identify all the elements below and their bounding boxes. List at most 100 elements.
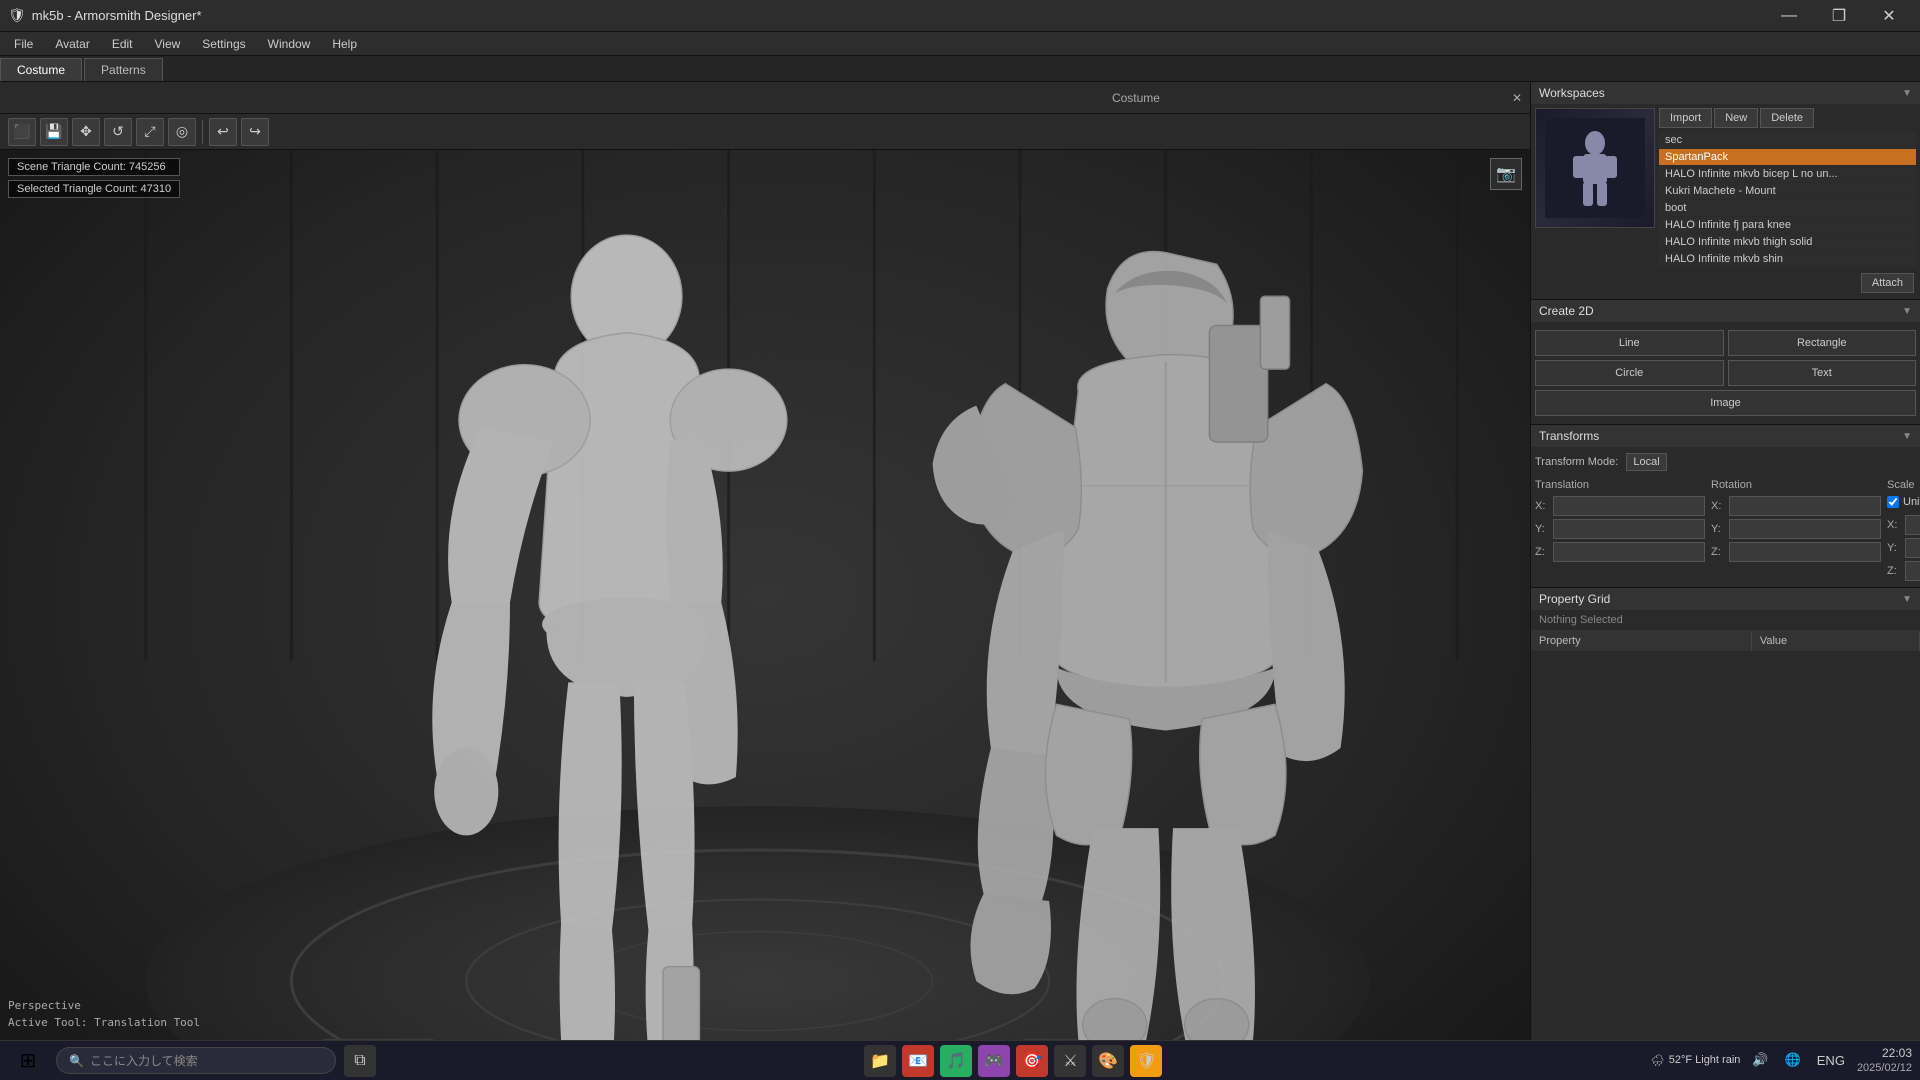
taskbar-app-music[interactable]: 🎵	[940, 1045, 972, 1077]
scale-x-input[interactable]	[1905, 515, 1920, 535]
perspective-label: Perspective Active Tool: Translation Too…	[8, 997, 200, 1032]
network-icon[interactable]: 🌐	[1781, 1050, 1805, 1070]
app-icon: 🛡	[8, 7, 26, 24]
delete-button[interactable]: Delete	[1760, 108, 1814, 128]
start-button[interactable]: ⊞	[8, 1044, 48, 1078]
right-panel: Workspaces ▼	[1530, 82, 1920, 1040]
property-col-header: Property	[1531, 631, 1751, 651]
taskbar-app-game2[interactable]: 🎯	[1016, 1045, 1048, 1077]
title-bar: 🛡 mk5b - Armorsmith Designer* — ❐ ✕	[0, 0, 1920, 32]
new-button[interactable]: New	[1714, 108, 1758, 128]
tool-save[interactable]: 💾	[40, 118, 68, 146]
create2d-rectangle[interactable]: Rectangle	[1728, 330, 1917, 356]
scale-x-label: X:	[1887, 519, 1901, 531]
rotation-z-input[interactable]	[1729, 542, 1881, 562]
workspaces-content: Import New Delete sec SpartanPack HALO I…	[1531, 104, 1920, 299]
transform-mode-value: Local	[1626, 453, 1666, 471]
uniform-scale-checkbox[interactable]	[1887, 496, 1899, 508]
translation-x-input[interactable]	[1553, 496, 1705, 516]
toolbar-separator	[202, 120, 203, 144]
create2d-image[interactable]: Image	[1535, 390, 1916, 416]
weather-info[interactable]: 🌧 52°F Light rain	[1651, 1054, 1741, 1067]
tab-costume[interactable]: Costume	[0, 58, 82, 81]
workspace-item-bicep[interactable]: HALO Infinite mkvb bicep L no un...	[1659, 166, 1916, 182]
nothing-selected-label: Nothing Selected	[1531, 610, 1920, 631]
preview-svg	[1545, 118, 1645, 218]
taskbar-right: 🌧 52°F Light rain 🔊 🌐 ENG 22:03 2025/02/…	[1651, 1046, 1912, 1076]
menu-avatar[interactable]: Avatar	[45, 35, 99, 53]
taskbar-app-paint[interactable]: 🎨	[1092, 1045, 1124, 1077]
create2d-circle[interactable]: Circle	[1535, 360, 1724, 386]
menu-settings[interactable]: Settings	[192, 35, 255, 53]
workspace-preview-img	[1536, 109, 1654, 227]
propgrid-header[interactable]: Property Grid ▼	[1531, 588, 1920, 610]
workspace-item-shin[interactable]: HALO Infinite mkvb shin	[1659, 251, 1916, 267]
translation-group: Translation X: Y: Z:	[1535, 479, 1705, 581]
property-grid-section: Property Grid ▼ Nothing Selected Propert…	[1531, 588, 1920, 1040]
attach-button[interactable]: Attach	[1861, 273, 1914, 293]
taskbar-app-game3[interactable]: ⚔	[1054, 1045, 1086, 1077]
taskbar-app-explorer[interactable]: 📁	[864, 1045, 896, 1077]
language-indicator[interactable]: ENG	[1813, 1051, 1849, 1070]
taskview-button[interactable]: ⧉	[344, 1045, 376, 1077]
menu-view[interactable]: View	[145, 35, 191, 53]
taskbar-app-shield[interactable]: 🛡	[1130, 1045, 1162, 1077]
tool-square[interactable]: ⬛	[8, 118, 36, 146]
taskbar-app-email[interactable]: 📧	[902, 1045, 934, 1077]
rotation-y-input[interactable]	[1729, 519, 1881, 539]
close-button[interactable]: ✕	[1866, 0, 1912, 32]
rotation-x-row: X:	[1711, 496, 1881, 516]
translation-z-input[interactable]	[1553, 542, 1705, 562]
propgrid-collapse-icon: ▼	[1902, 594, 1912, 605]
search-bar[interactable]: 🔍 ここに入力して検索	[56, 1047, 336, 1074]
value-col-header: Value	[1751, 631, 1919, 651]
tool-select[interactable]: ◎	[168, 118, 196, 146]
minimize-button[interactable]: —	[1766, 0, 1812, 32]
window-title: 🛡 mk5b - Armorsmith Designer*	[8, 7, 202, 24]
translation-y-input[interactable]	[1553, 519, 1705, 539]
tool-scale[interactable]: ⤢	[136, 118, 164, 146]
create2d-collapse-icon: ▼	[1902, 306, 1912, 317]
create2d-text[interactable]: Text	[1728, 360, 1917, 386]
taskbar-center: 📁 📧 🎵 🎮 🎯 ⚔ 🎨 🛡	[864, 1045, 1162, 1077]
workspace-item-knee[interactable]: HALO Infinite fj para knee	[1659, 217, 1916, 233]
search-placeholder-text: ここに入力して検索	[90, 1052, 198, 1069]
workspace-item-kukri[interactable]: Kukri Machete - Mount	[1659, 183, 1916, 199]
taskbar-app-game1[interactable]: 🎮	[978, 1045, 1010, 1077]
tool-undo[interactable]: ↩	[209, 118, 237, 146]
workspace-item-boot[interactable]: boot	[1659, 200, 1916, 216]
scale-z-input[interactable]	[1905, 561, 1920, 581]
transforms-header[interactable]: Transforms ▼	[1531, 425, 1920, 447]
viewport-header: Costume ✕	[0, 82, 1530, 114]
viewport-close-icon[interactable]: ✕	[1512, 91, 1522, 105]
create2d-section: Create 2D ▼ Line Rectangle Circle Text I…	[1531, 300, 1920, 425]
create2d-line[interactable]: Line	[1535, 330, 1724, 356]
maximize-button[interactable]: ❐	[1816, 0, 1862, 32]
3d-viewport[interactable]: Scene Triangle Count: 745256 Selected Tr…	[0, 150, 1530, 1040]
volume-icon[interactable]: 🔊	[1748, 1050, 1772, 1070]
menu-help[interactable]: Help	[322, 35, 367, 53]
rotation-x-input[interactable]	[1729, 496, 1881, 516]
tool-rotate[interactable]: ↺	[104, 118, 132, 146]
menu-edit[interactable]: Edit	[102, 35, 143, 53]
clock[interactable]: 22:03 2025/02/12	[1857, 1046, 1912, 1076]
clock-date: 2025/02/12	[1857, 1061, 1912, 1075]
tool-move[interactable]: ✥	[72, 118, 100, 146]
uniform-scale-label: Uniform Scale	[1903, 496, 1920, 508]
workspace-preview	[1535, 108, 1655, 228]
tool-redo[interactable]: ↪	[241, 118, 269, 146]
workspace-item-thigh[interactable]: HALO Infinite mkvb thigh solid	[1659, 234, 1916, 250]
menu-window[interactable]: Window	[258, 35, 321, 53]
workspace-item-spartanpack[interactable]: SpartanPack	[1659, 149, 1916, 165]
workspace-item-sec[interactable]: sec	[1659, 132, 1916, 148]
scale-x-row: X:	[1887, 515, 1920, 535]
workspaces-header[interactable]: Workspaces ▼	[1531, 82, 1920, 104]
scale-y-input[interactable]	[1905, 538, 1920, 558]
import-button[interactable]: Import	[1659, 108, 1712, 128]
taskbar-left: ⊞ 🔍 ここに入力して検索 ⧉	[8, 1044, 376, 1078]
scale-y-row: Y:	[1887, 538, 1920, 558]
create2d-header[interactable]: Create 2D ▼	[1531, 300, 1920, 322]
menu-file[interactable]: File	[4, 35, 43, 53]
screenshot-button[interactable]: 📷	[1490, 158, 1522, 190]
tab-patterns[interactable]: Patterns	[84, 58, 163, 81]
